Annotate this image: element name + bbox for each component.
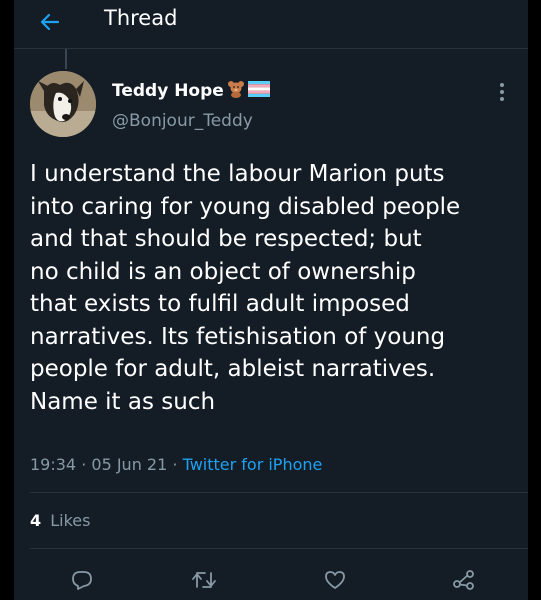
avatar[interactable] bbox=[30, 71, 96, 137]
tweet-text: I understand the labour Marion puts into… bbox=[30, 158, 520, 418]
likes-count: 4 bbox=[30, 511, 42, 530]
author-name-row[interactable]: Teddy Hope bbox=[112, 79, 270, 103]
tweet-action-bar bbox=[14, 560, 528, 596]
tweet-text-line: narratives. Its fetishisation of young bbox=[30, 323, 446, 350]
device-frame: Thread Teddy Hope @Bonjour_Teddy I under… bbox=[0, 0, 541, 600]
meta-separator: · bbox=[172, 455, 178, 474]
retweet-icon bbox=[192, 572, 216, 588]
like-button[interactable] bbox=[319, 564, 351, 596]
tweet-text-line: that exists to fulfil adult imposed bbox=[30, 291, 410, 317]
tweet-date: 05 Jun 21 bbox=[91, 455, 168, 474]
heart-icon bbox=[325, 571, 345, 589]
author-handle[interactable]: @Bonjour_Teddy bbox=[112, 111, 253, 131]
tweet-source-link[interactable]: Twitter for iPhone bbox=[183, 455, 323, 474]
tweet-text-line: people for adult, ableist narratives. bbox=[30, 356, 436, 382]
tweet-text-line: and that should be respected; but bbox=[30, 226, 422, 252]
tweet-text-line: I understand the labour Marion puts bbox=[30, 161, 445, 187]
tweet-time: 19:34 bbox=[30, 455, 77, 474]
page-title: Thread bbox=[104, 6, 178, 30]
dog-avatar bbox=[30, 71, 96, 137]
share-button[interactable] bbox=[448, 564, 480, 596]
thread-screen: Thread Teddy Hope @Bonjour_Teddy I under… bbox=[14, 0, 528, 600]
arrow-left-icon bbox=[40, 13, 60, 31]
more-vertical-icon bbox=[500, 83, 504, 101]
share-icon bbox=[453, 570, 474, 590]
author-name: Teddy Hope bbox=[112, 81, 224, 101]
reply-icon bbox=[72, 571, 92, 590]
tweet-metadata: 19:34 · 05 Jun 21 · Twitter for iPhone bbox=[30, 455, 322, 474]
back-button[interactable] bbox=[32, 4, 68, 40]
meta-separator: · bbox=[81, 455, 87, 474]
divider bbox=[30, 492, 528, 493]
teddy-bear-emoji bbox=[227, 80, 245, 102]
more-options-button[interactable] bbox=[490, 78, 514, 106]
reply-button[interactable] bbox=[66, 564, 98, 596]
top-app-bar: Thread bbox=[14, 0, 528, 49]
likes-label: Likes bbox=[50, 511, 91, 530]
thread-connector-line bbox=[65, 49, 67, 69]
tweet-text-line: into caring for young disabled people bbox=[30, 193, 461, 220]
tweet-text-line: no child is an object of ownership bbox=[30, 258, 416, 285]
transgender-flag-emoji bbox=[247, 81, 270, 101]
divider bbox=[30, 548, 528, 549]
likes-count-link[interactable]: 4 Likes bbox=[30, 511, 90, 530]
retweet-button[interactable] bbox=[188, 564, 220, 596]
tweet-text-line: Name it as such bbox=[30, 388, 216, 415]
